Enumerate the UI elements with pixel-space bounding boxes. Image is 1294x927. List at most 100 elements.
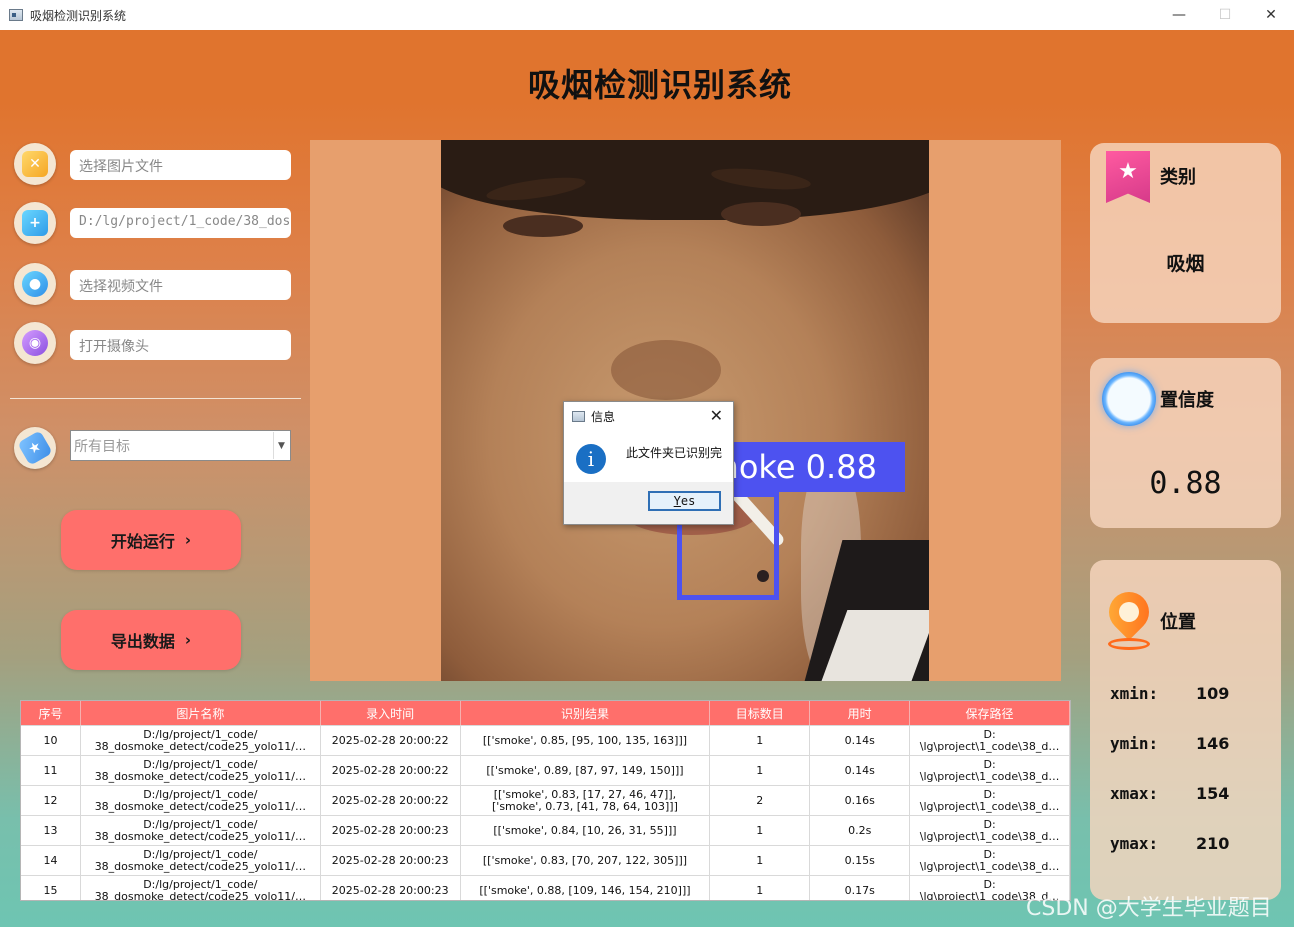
table-cell: D:/lg/project/1_code/ 38_dosmoke_detect/…: [81, 726, 321, 755]
dialog-title: 信息: [591, 409, 616, 424]
table-row[interactable]: 15 D:/lg/project/1_code/ 38_dosmoke_detec…: [21, 875, 1070, 900]
xmax-row: xmax: 154: [1110, 784, 1229, 803]
table-cell: D:/lg/project/1_code/ 38_dosmoke_detect/…: [81, 816, 321, 845]
table-cell: 1: [710, 726, 811, 755]
table-cell: 13: [21, 816, 81, 845]
export-button-label: 导出数据: [110, 632, 175, 651]
video-file-field[interactable]: 选择视频文件: [70, 270, 291, 300]
ymin-row: ymin: 146: [1110, 734, 1229, 753]
table-cell: 2025-02-28 20:00:23: [321, 846, 461, 875]
confidence-value: 0.88: [1149, 466, 1222, 501]
xmin-row: xmin: 109: [1110, 684, 1229, 703]
dialog-body: i 此文件夹已识别完: [564, 430, 733, 482]
table-cell: 2025-02-28 20:00:23: [321, 876, 461, 900]
table-cell: [['smoke', 0.84, [10, 26, 31, 55]]]: [461, 816, 711, 845]
table-cell: 1: [710, 846, 811, 875]
export-button[interactable]: 导出数据 ›: [61, 610, 241, 670]
xmax-value: 154: [1196, 784, 1230, 803]
table-row[interactable]: 10 D:/lg/project/1_code/ 38_dosmoke_detec…: [21, 725, 1070, 755]
ymin-value: 146: [1196, 734, 1230, 753]
table-row[interactable]: 12 D:/lg/project/1_code/ 38_dosmoke_detec…: [21, 785, 1070, 815]
image-file-icon[interactable]: ✕: [14, 143, 56, 185]
category-card: ★ 类别 吸烟: [1090, 143, 1281, 323]
table-cell: 11: [21, 756, 81, 785]
dialog-app-icon: [572, 410, 585, 422]
window-title: 吸烟检测识别系统: [30, 8, 127, 23]
camera-icon[interactable]: ◉: [14, 322, 56, 364]
table-cell: D:/lg/project/1_code/ 38_dosmoke_detect/…: [81, 876, 321, 900]
table-cell: 0.15s: [810, 846, 911, 875]
close-button[interactable]: ✕: [1248, 0, 1294, 30]
start-button[interactable]: 开始运行 ›: [61, 510, 241, 570]
folder-path-field[interactable]: D:/lg/project/1_code/38_dos: [70, 208, 291, 238]
column-header[interactable]: 用时: [810, 701, 911, 725]
column-header[interactable]: 识别结果: [461, 701, 711, 725]
confidence-card: 置信度 0.88: [1090, 358, 1281, 528]
target-select[interactable]: 所有目标 ▼: [70, 430, 291, 461]
xmax-label: xmax:: [1110, 784, 1159, 803]
table-cell: 0.2s: [810, 816, 911, 845]
table-cell: [['smoke', 0.88, [109, 146, 154, 210]]]: [461, 876, 711, 900]
window-controls: — ☐ ✕: [1156, 0, 1294, 30]
table-cell: D: \lg\project\1_code\38_d…: [910, 816, 1070, 845]
confidence-label: 置信度: [1160, 390, 1214, 411]
ymin-label: ymin:: [1110, 734, 1159, 753]
table-cell: [['smoke', 0.83, [17, 27, 46, 47]], ['sm…: [461, 786, 711, 815]
table-cell: 12: [21, 786, 81, 815]
yes-button[interactable]: Yes: [648, 491, 721, 511]
table-cell: 15: [21, 876, 81, 900]
left-divider: [10, 398, 301, 399]
video-icon[interactable]: ●: [14, 263, 56, 305]
table-cell: 2025-02-28 20:00:22: [321, 786, 461, 815]
table-cell: 10: [21, 726, 81, 755]
minimize-button[interactable]: —: [1156, 0, 1202, 30]
image-file-field[interactable]: 选择图片文件: [70, 150, 291, 180]
table-cell: [['smoke', 0.85, [95, 100, 135, 163]]]: [461, 726, 711, 755]
column-header[interactable]: 目标数目: [710, 701, 811, 725]
table-cell: 2025-02-28 20:00:22: [321, 726, 461, 755]
chevron-down-icon[interactable]: ▼: [273, 432, 289, 459]
xmin-label: xmin:: [1110, 684, 1159, 703]
table-cell: D: \lg\project\1_code\38_d…: [910, 846, 1070, 875]
category-label: 类别: [1160, 167, 1196, 188]
category-star-icon: ★: [1106, 151, 1150, 203]
table-cell: 1: [710, 876, 811, 900]
category-value: 吸烟: [1166, 253, 1205, 275]
ymax-label: ymax:: [1110, 834, 1159, 853]
table-cell: 1: [710, 816, 811, 845]
table-cell: 0.17s: [810, 876, 911, 900]
camera-field[interactable]: 打开摄像头: [70, 330, 291, 360]
title-bar: 吸烟检测识别系统 — ☐ ✕: [0, 0, 1294, 30]
column-header[interactable]: 图片名称: [81, 701, 321, 725]
table-cell: 14: [21, 846, 81, 875]
table-cell: 2025-02-28 20:00:22: [321, 756, 461, 785]
ymax-value: 210: [1196, 834, 1230, 853]
table-row[interactable]: 13 D:/lg/project/1_code/ 38_dosmoke_detec…: [21, 815, 1070, 845]
table-cell: 0.14s: [810, 726, 911, 755]
dialog-close-icon[interactable]: ✕: [710, 406, 723, 425]
folder-icon[interactable]: +: [14, 202, 56, 244]
maximize-button[interactable]: ☐: [1202, 0, 1248, 30]
table-row[interactable]: 11 D:/lg/project/1_code/ 38_dosmoke_detec…: [21, 755, 1070, 785]
chevron-right-icon: ›: [184, 531, 192, 549]
column-header[interactable]: 录入时间: [321, 701, 461, 725]
table-cell: [['smoke', 0.89, [87, 97, 149, 150]]]: [461, 756, 711, 785]
table-row[interactable]: 14 D:/lg/project/1_code/ 38_dosmoke_detec…: [21, 845, 1070, 875]
start-button-label: 开始运行: [110, 532, 175, 551]
info-dialog: 信息 ✕ i 此文件夹已识别完 Yes: [563, 401, 734, 525]
target-select-value: 所有目标: [74, 439, 130, 455]
info-icon: i: [576, 444, 606, 474]
dialog-header: 信息 ✕: [564, 402, 733, 430]
xmin-value: 109: [1196, 684, 1230, 703]
table-cell: 2: [710, 786, 811, 815]
table-cell: D: \lg\project\1_code\38_d…: [910, 786, 1070, 815]
table-cell: 0.14s: [810, 756, 911, 785]
column-header[interactable]: 保存路径: [910, 701, 1070, 725]
table-cell: D:/lg/project/1_code/ 38_dosmoke_detect/…: [81, 786, 321, 815]
column-header[interactable]: 序号: [21, 701, 81, 725]
ymax-row: ymax: 210: [1110, 834, 1229, 853]
confidence-ring-icon: [1102, 372, 1156, 426]
dialog-message: 此文件夹已识别完: [626, 446, 723, 460]
position-card: 位置 xmin: 109 ymin: 146 xmax: 154 ymax: 2…: [1090, 560, 1281, 900]
results-table[interactable]: 序号 图片名称 录入时间 识别结果 目标数目 用时 保存路径 10 D:/lg/p…: [20, 700, 1071, 901]
